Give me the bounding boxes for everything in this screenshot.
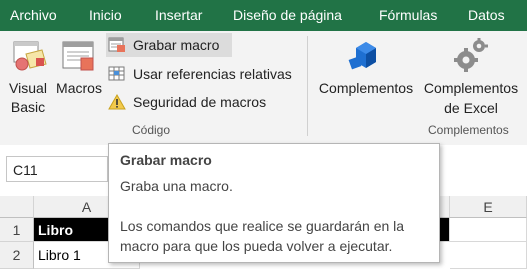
tab-inicio[interactable]: Inicio: [89, 0, 122, 31]
tab-archivo[interactable]: Archivo: [10, 0, 57, 31]
tooltip-details-line1: Los comandos que realice se guardarán en…: [120, 218, 405, 234]
group-label-complementos: Complementos: [428, 123, 509, 137]
warning-icon: [108, 94, 126, 110]
tab-insertar[interactable]: Insertar: [155, 0, 202, 31]
tab-datos[interactable]: Datos: [468, 0, 505, 31]
macro-security-label: Seguridad de macros: [133, 94, 267, 110]
group-separator: [307, 36, 308, 136]
record-macro-icon: [108, 37, 125, 52]
excel-addins-label-line1: Complementos: [423, 80, 519, 96]
visual-basic-button[interactable]: Visual Basic: [4, 36, 52, 120]
addins-button[interactable]: Complementos: [312, 36, 420, 120]
group-label-codigo: Código: [132, 123, 171, 137]
record-macro-button[interactable]: Grabar macro: [106, 33, 232, 57]
excel-addins-gear-icon: [454, 38, 488, 72]
row-header-2[interactable]: 2: [0, 242, 34, 269]
record-macro-label: Grabar macro: [133, 37, 220, 53]
macro-security-button[interactable]: Seguridad de macros: [106, 90, 286, 114]
tab-diseno-de-pagina[interactable]: Diseño de página: [233, 0, 342, 31]
cell-e1[interactable]: [450, 218, 527, 242]
tab-formulas[interactable]: Fórmulas: [379, 0, 437, 31]
tooltip-description: Graba una macro.: [120, 178, 233, 194]
visual-basic-label-line2: Basic: [10, 99, 46, 115]
excel-addins-button[interactable]: Complementos de Excel: [418, 36, 524, 120]
relative-references-icon: [108, 66, 125, 81]
column-header-e[interactable]: E: [450, 196, 527, 218]
cell-e2[interactable]: [450, 242, 527, 269]
select-all-corner[interactable]: [0, 196, 34, 218]
addins-label: Complementos: [318, 80, 414, 96]
macros-label: Macros: [56, 80, 102, 96]
excel-addins-label-line2: de Excel: [444, 100, 498, 116]
relative-references-label: Usar referencias relativas: [133, 66, 292, 82]
macros-button[interactable]: Macros: [54, 36, 104, 120]
ribbon-tab-bar: Archivo Inicio Insertar Diseño de página…: [0, 0, 527, 31]
tooltip-title: Grabar macro: [120, 152, 212, 168]
visual-basic-label-line1: Visual: [9, 80, 47, 96]
relative-references-button[interactable]: Usar referencias relativas: [106, 62, 306, 86]
row-header-1[interactable]: 1: [0, 218, 34, 242]
macros-icon: [62, 41, 94, 71]
visual-basic-icon: [13, 41, 47, 71]
name-box[interactable]: C11: [6, 156, 108, 182]
tooltip-details-line2: macro para que los pueda volver a ejecut…: [120, 238, 393, 254]
record-macro-tooltip: Grabar macro Graba una macro. Los comand…: [108, 143, 440, 263]
addins-icon: [348, 42, 376, 70]
